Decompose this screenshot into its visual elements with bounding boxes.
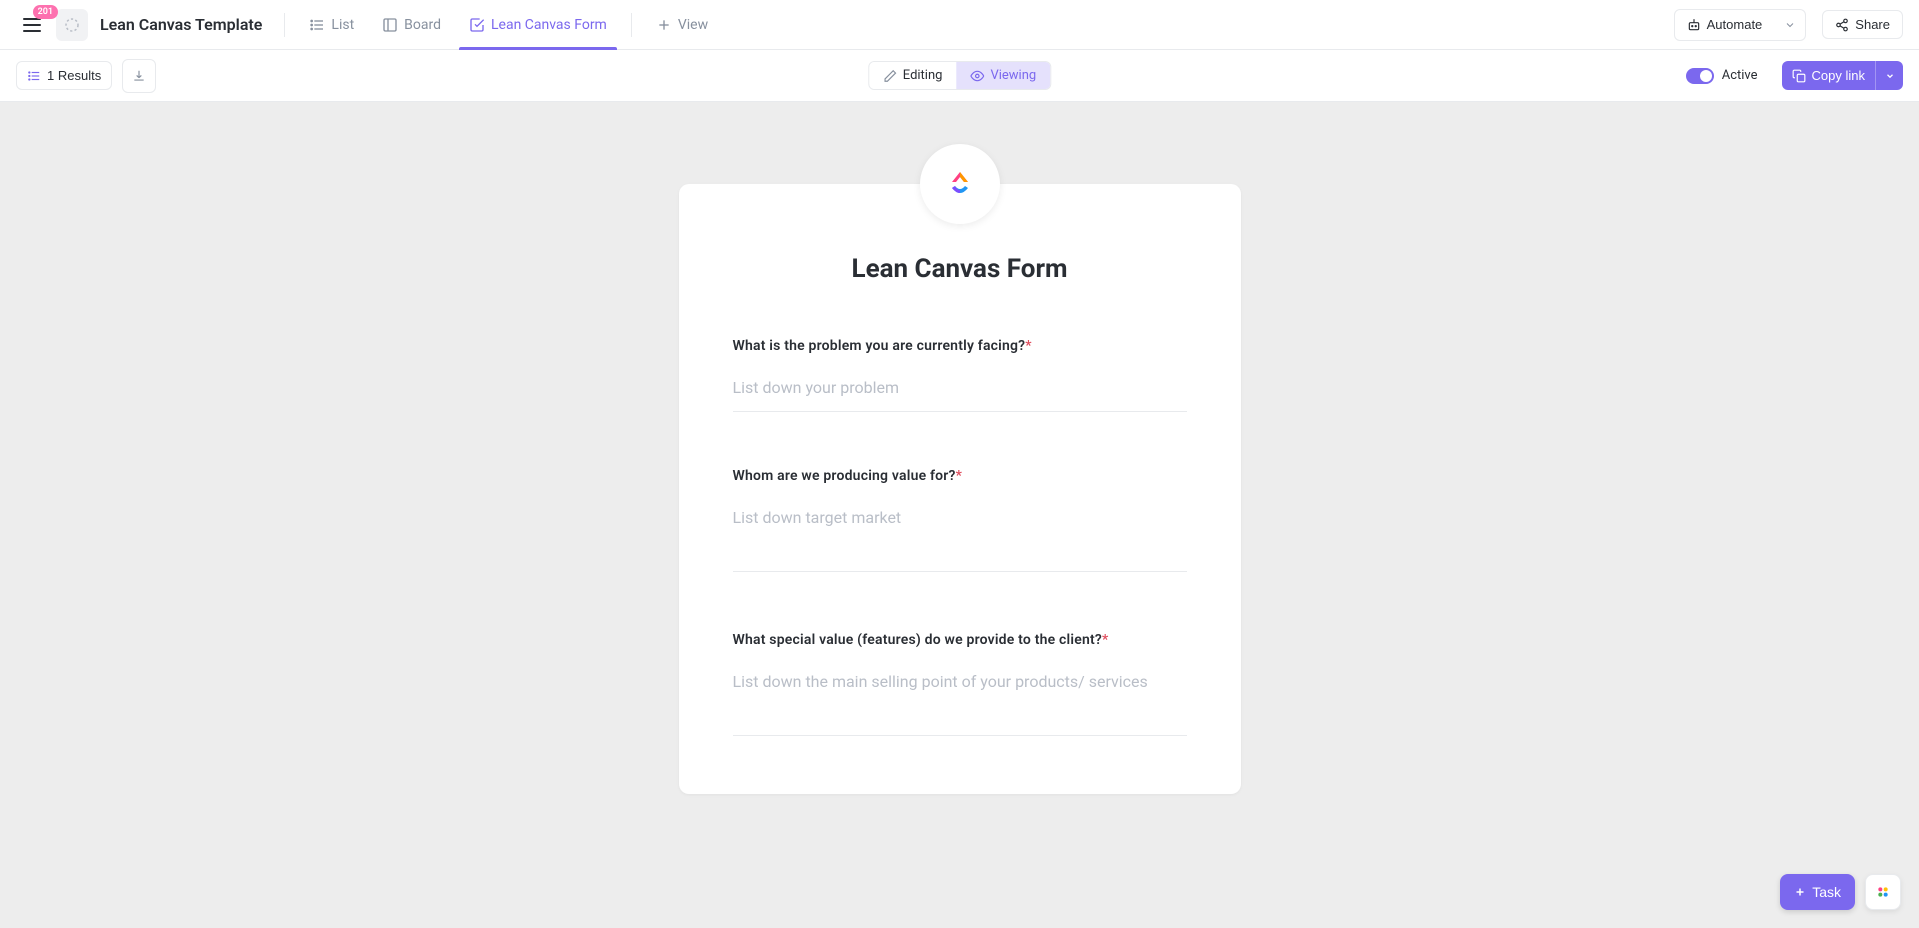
header: 201 Lean Canvas Template List Board Lean…: [0, 0, 1919, 50]
form-question: Whom are we producing value for?*: [733, 468, 1187, 576]
floating-buttons: Task: [1780, 874, 1901, 910]
question-label: What special value (features) do we prov…: [733, 632, 1187, 648]
question-textarea[interactable]: [733, 502, 1187, 572]
apps-button[interactable]: [1865, 874, 1901, 910]
active-toggle-wrap: Active: [1686, 68, 1758, 84]
mode-label: Viewing: [990, 68, 1036, 83]
question-label: Whom are we producing value for?*: [733, 468, 1187, 484]
button-label: Task: [1812, 884, 1841, 900]
add-view-button[interactable]: View: [646, 0, 718, 50]
subheader: 1 Results Editing Viewing Active Copy li…: [0, 50, 1919, 102]
automate-button-group: Automate: [1674, 9, 1807, 41]
results-button[interactable]: 1 Results: [16, 61, 112, 90]
page-title[interactable]: Lean Canvas Template: [100, 15, 262, 34]
divider: [631, 13, 632, 37]
active-toggle[interactable]: [1686, 68, 1714, 84]
form-question: What is the problem you are currently fa…: [733, 338, 1187, 412]
clickup-logo-icon: [940, 164, 980, 204]
tab-lean-canvas-form[interactable]: Lean Canvas Form: [459, 0, 617, 50]
copy-link-group: Copy link: [1782, 61, 1903, 90]
form-title: Lean Canvas Form: [733, 254, 1187, 284]
form-logo: [920, 144, 1000, 224]
new-task-button[interactable]: Task: [1780, 874, 1855, 910]
tab-list[interactable]: List: [299, 0, 364, 50]
share-button[interactable]: Share: [1822, 10, 1903, 39]
plus-icon: [1794, 886, 1806, 898]
tab-board[interactable]: Board: [372, 0, 451, 50]
form-question: What special value (features) do we prov…: [733, 632, 1187, 740]
button-label: Copy link: [1812, 68, 1865, 83]
button-label: 1 Results: [47, 68, 101, 83]
question-label: What is the problem you are currently fa…: [733, 338, 1187, 354]
automate-dropdown[interactable]: [1774, 9, 1806, 41]
button-label: Automate: [1707, 17, 1763, 32]
copy-link-dropdown[interactable]: [1875, 61, 1903, 90]
question-textarea[interactable]: [733, 666, 1187, 736]
editing-mode-button[interactable]: Editing: [869, 62, 957, 89]
notification-badge: 201: [33, 5, 58, 19]
divider: [284, 13, 285, 37]
viewing-mode-button[interactable]: Viewing: [956, 62, 1050, 89]
workspace-icon[interactable]: [56, 9, 88, 41]
tab-label: Lean Canvas Form: [491, 17, 607, 33]
tab-label: Board: [404, 17, 441, 33]
mode-label: Editing: [903, 68, 943, 83]
tab-label: List: [331, 17, 354, 33]
question-input[interactable]: [733, 372, 1187, 412]
mode-toggle: Editing Viewing: [868, 61, 1051, 90]
toggle-label: Active: [1722, 68, 1758, 83]
download-button[interactable]: [122, 59, 156, 93]
sidebar-toggle-button[interactable]: 201: [16, 9, 48, 41]
automate-button[interactable]: Automate: [1674, 9, 1776, 41]
tab-label: View: [678, 17, 708, 33]
copy-link-button[interactable]: Copy link: [1782, 61, 1875, 90]
apps-icon: [1875, 884, 1891, 900]
form-canvas[interactable]: Lean Canvas Form What is the problem you…: [0, 102, 1919, 928]
form-card: Lean Canvas Form What is the problem you…: [679, 184, 1241, 794]
button-label: Share: [1855, 17, 1890, 32]
